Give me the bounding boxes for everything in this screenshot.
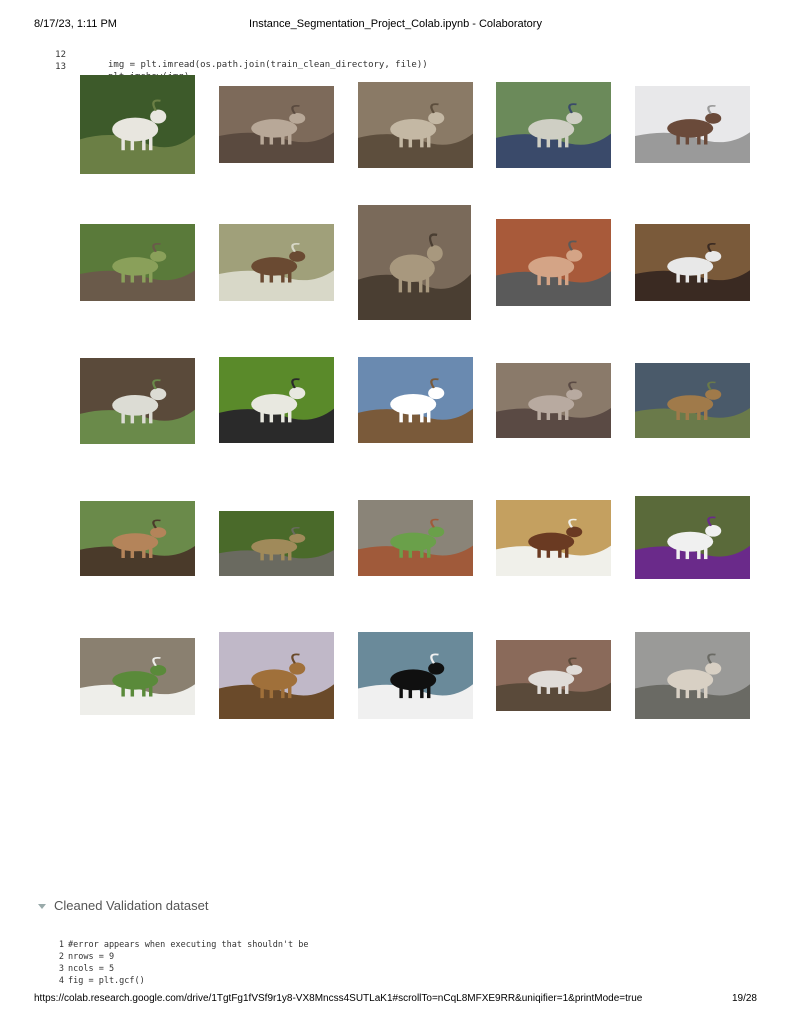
line-number: 4	[58, 976, 64, 986]
goat-image-8	[358, 205, 471, 320]
code-line: 4 fig = plt.gcf()	[56, 976, 145, 986]
code-line: 1 #error appears when executing that shou…	[56, 940, 309, 950]
code-text: ncols = 5	[68, 964, 115, 974]
code-text: img = plt.imread(os.path.join(train_clea…	[108, 60, 428, 70]
line-number: 2	[58, 952, 64, 962]
goat-image-9	[496, 219, 611, 306]
goat-image-23	[358, 632, 473, 719]
section-title: Cleaned Validation dataset	[54, 898, 209, 913]
goat-image-16	[80, 501, 195, 576]
goat-image-24	[496, 640, 611, 711]
line-number: 1	[58, 940, 64, 950]
goat-image-17	[219, 511, 334, 576]
goat-image-2	[219, 86, 334, 163]
goat-image-7	[219, 224, 334, 301]
goat-image-25	[635, 632, 750, 719]
code-line: 2 nrows = 9	[56, 952, 114, 962]
goat-image-22	[219, 632, 334, 719]
line-number: 13	[55, 62, 66, 72]
goat-image-12	[219, 357, 334, 443]
page-number: 19/28	[731, 993, 757, 1004]
code-text: nrows = 9	[68, 952, 115, 962]
goat-image-10	[635, 224, 750, 301]
goat-image-13	[358, 357, 473, 443]
code-line: 13 plt.imshow(img)	[0, 52, 189, 92]
code-text: #error appears when executing that shoul…	[68, 940, 309, 950]
line-number: 12	[55, 50, 66, 60]
goat-image-3	[358, 82, 473, 168]
goat-image-15	[635, 363, 750, 438]
page-url: https://colab.research.google.com/drive/…	[34, 993, 643, 1004]
goat-image-18	[358, 500, 473, 576]
goat-image-5	[635, 86, 750, 163]
print-page-title: Instance_Segmentation_Project_Colab.ipyn…	[249, 18, 542, 30]
goat-image-4	[496, 82, 611, 168]
collapse-chevron-icon[interactable]	[38, 904, 46, 910]
goat-image-21	[80, 638, 195, 715]
goat-image-20	[635, 496, 750, 579]
goat-image-1	[80, 75, 195, 174]
section-heading[interactable]: Cleaned Validation dataset	[38, 898, 208, 913]
goat-image-14	[496, 363, 611, 438]
code-line: 3 ncols = 5	[56, 964, 114, 974]
goat-image-19	[496, 500, 611, 576]
goat-image-6	[80, 224, 195, 301]
goat-image-11	[80, 358, 195, 444]
code-text: fig = plt.gcf()	[68, 976, 145, 986]
line-number: 3	[58, 964, 64, 974]
